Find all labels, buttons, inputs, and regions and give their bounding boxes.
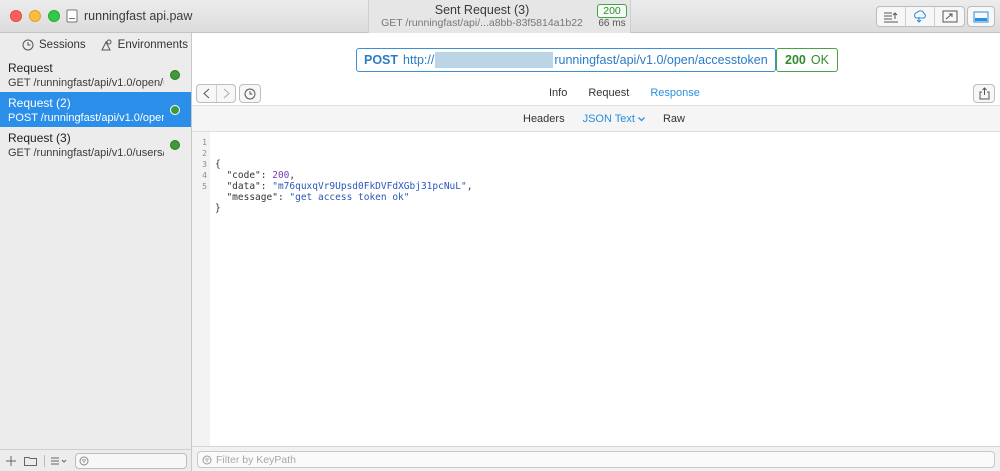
sent-status-badge: 200 bbox=[597, 4, 627, 18]
filter-placeholder: Filter by KeyPath bbox=[216, 454, 296, 466]
tab-sessions[interactable]: Sessions bbox=[22, 39, 86, 51]
main-panel: POST http:// runningfast/api/v1.0/open/a… bbox=[192, 33, 1000, 471]
filter-icon bbox=[79, 456, 89, 466]
line-number: 2 bbox=[202, 149, 207, 158]
navigation-bar: Info Request Response bbox=[192, 83, 1000, 106]
history-nav bbox=[196, 84, 236, 103]
status-dot bbox=[170, 105, 180, 115]
status-text: OK bbox=[810, 53, 829, 67]
keypath-filter-bar: Filter by KeyPath bbox=[192, 446, 1000, 471]
code-line: 2 "code": 200, bbox=[192, 148, 295, 181]
export-button[interactable] bbox=[935, 7, 964, 26]
sent-response-time: 66 ms bbox=[598, 18, 626, 29]
document-icon bbox=[66, 9, 78, 23]
panel-icon bbox=[973, 11, 989, 22]
code-text: } bbox=[215, 203, 221, 214]
response-view-bar: Headers JSON Text Raw bbox=[192, 106, 1000, 132]
sort-icon[interactable] bbox=[51, 456, 67, 466]
request-name: Request (3) bbox=[8, 131, 71, 145]
code-line: 5 } bbox=[192, 181, 226, 214]
code-text: "data": "m76quxqVr9Upsd0FkDVFdXGbj31pcNu… bbox=[226, 181, 473, 192]
tab-raw[interactable]: Raw bbox=[663, 113, 685, 125]
add-icon[interactable] bbox=[6, 455, 16, 466]
request-summary: GET /runningfast/api/v1.0/open/u... bbox=[8, 77, 164, 89]
status-dot bbox=[170, 70, 180, 80]
cloud-sync-button[interactable] bbox=[906, 7, 935, 26]
footer-divider bbox=[44, 454, 45, 467]
toolbar-group bbox=[876, 6, 965, 27]
tab-environments-label: Environments bbox=[117, 39, 188, 51]
list-item[interactable]: Request (2) POST /runningfast/api/v1.0/o… bbox=[0, 92, 191, 127]
code-text: "code": 200, bbox=[226, 170, 296, 181]
response-status-badge: 200 OK bbox=[776, 48, 838, 72]
layout-toggle-button[interactable] bbox=[877, 7, 906, 26]
response-tabs: Info Request Response bbox=[549, 87, 721, 99]
clock-icon bbox=[22, 39, 34, 51]
chevron-left-icon bbox=[203, 88, 210, 99]
status-dot bbox=[170, 140, 180, 150]
redacted-host bbox=[435, 52, 554, 68]
document-title: runningfast api.paw bbox=[84, 9, 193, 23]
code-line: 3 "data": "m76quxqVr9Upsd0FkDVFdXGbj31pc… bbox=[192, 159, 472, 192]
title-bar: runningfast api.paw Sent Request (3) GET… bbox=[0, 0, 1000, 33]
request-name: Request (2) bbox=[8, 96, 71, 110]
chevron-right-icon bbox=[223, 88, 230, 99]
sidebar-toggle-button[interactable] bbox=[967, 6, 995, 27]
request-summary: GET /runningfast/api/v1.0/users/u... bbox=[8, 147, 164, 159]
line-number: 4 bbox=[202, 171, 207, 180]
json-viewer[interactable]: 1 { 2 "code": 200, 3 "data": "m76quxqVr9… bbox=[192, 132, 1000, 446]
clock-icon bbox=[244, 88, 256, 99]
tab-json-text[interactable]: JSON Text bbox=[583, 113, 645, 125]
filter-icon bbox=[202, 455, 212, 465]
history-button[interactable] bbox=[239, 84, 261, 103]
chevron-down-icon bbox=[637, 116, 645, 121]
minimize-window-button[interactable] bbox=[29, 10, 41, 22]
code-line: 1 { bbox=[192, 137, 226, 170]
share-button[interactable] bbox=[973, 84, 995, 103]
status-code: 200 bbox=[785, 53, 806, 67]
sidebar: Sessions Environments Request GET /runni… bbox=[0, 33, 192, 471]
request-url-bar[interactable]: POST http:// runningfast/api/v1.0/open/a… bbox=[356, 48, 776, 72]
tab-json-text-label: JSON Text bbox=[582, 113, 635, 125]
zoom-window-button[interactable] bbox=[48, 10, 60, 22]
sent-request-url: GET /runningfast/api/...a8bb-83f5814a1b2… bbox=[381, 17, 583, 29]
new-group-icon[interactable] bbox=[24, 456, 37, 466]
list-item[interactable]: Request GET /runningfast/api/v1.0/open/u… bbox=[0, 57, 191, 92]
code-text: "message": "get access token ok" bbox=[226, 192, 410, 203]
line-number: 1 bbox=[202, 138, 207, 147]
tab-info[interactable]: Info bbox=[549, 87, 567, 99]
export-icon bbox=[942, 10, 957, 23]
cloud-icon bbox=[914, 10, 926, 23]
close-window-button[interactable] bbox=[10, 10, 22, 22]
forward-button[interactable] bbox=[216, 85, 235, 102]
line-number: 3 bbox=[202, 160, 207, 169]
tab-headers[interactable]: Headers bbox=[523, 113, 565, 125]
tab-response[interactable]: Response bbox=[650, 87, 700, 99]
request-name: Request bbox=[8, 61, 53, 75]
share-icon bbox=[979, 87, 989, 100]
sidebar-footer bbox=[0, 449, 191, 471]
sidebar-tabs: Sessions Environments bbox=[0, 33, 191, 57]
tab-sessions-label: Sessions bbox=[39, 39, 86, 51]
url-suffix: runningfast/api/v1.0/open/accesstoken bbox=[554, 53, 768, 67]
response-format-tabs: Headers JSON Text Raw bbox=[523, 113, 703, 125]
sidebar-filter-input[interactable] bbox=[75, 453, 187, 469]
keypath-filter-input[interactable]: Filter by KeyPath bbox=[197, 451, 995, 468]
request-summary: POST /runningfast/api/v1.0/open/... bbox=[8, 112, 164, 124]
tab-environments[interactable]: Environments bbox=[100, 39, 188, 51]
line-number: 5 bbox=[202, 182, 207, 191]
code-line: 4 "message": "get access token ok" bbox=[192, 170, 409, 203]
list-item[interactable]: Request (3) GET /runningfast/api/v1.0/us… bbox=[0, 127, 191, 162]
align-icon bbox=[884, 11, 898, 22]
url-prefix: http:// bbox=[403, 53, 435, 67]
environments-icon bbox=[100, 39, 112, 51]
sent-request-title: Sent Request (3) bbox=[434, 3, 530, 17]
sent-request-panel[interactable]: Sent Request (3) GET /runningfast/api/..… bbox=[368, 0, 631, 33]
request-method: POST bbox=[364, 53, 399, 67]
back-button[interactable] bbox=[197, 85, 216, 102]
tab-request[interactable]: Request bbox=[588, 87, 629, 99]
